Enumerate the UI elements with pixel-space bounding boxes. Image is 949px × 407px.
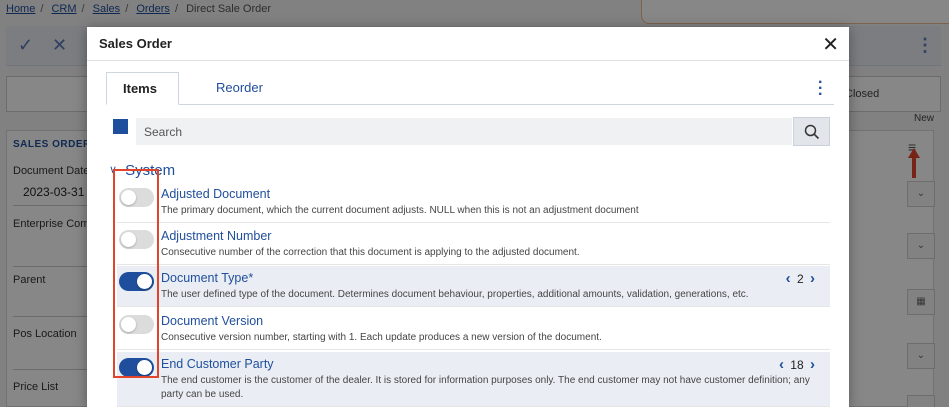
item-title[interactable]: Adjusted Document	[161, 187, 270, 201]
close-icon[interactable]: ✕	[822, 32, 839, 57]
list-item: Adjustment Number Consecutive number of …	[117, 224, 830, 265]
chevron-left-icon[interactable]: ‹	[783, 270, 794, 287]
tab-items[interactable]: Items	[106, 72, 179, 105]
list-item: End Customer Party The end customer is t…	[117, 352, 830, 407]
select-all-checkbox[interactable]	[113, 119, 128, 134]
search-icon	[804, 124, 820, 140]
toggle-switch[interactable]	[119, 358, 154, 377]
section-system[interactable]: ∨ System	[109, 162, 175, 179]
chevron-left-icon[interactable]: ‹	[776, 356, 787, 373]
chevron-down-icon: ∨	[109, 164, 118, 176]
toggle-switch[interactable]	[119, 272, 154, 291]
toggle-switch[interactable]	[119, 315, 154, 334]
item-description: Consecutive version number, starting wit…	[161, 332, 602, 343]
item-title[interactable]: Adjustment Number	[161, 229, 271, 243]
chevron-right-icon[interactable]: ›	[807, 356, 818, 373]
tab-reorder[interactable]: Reorder	[200, 72, 279, 105]
item-description: The user defined type of the document. D…	[161, 289, 749, 300]
section-label: System	[125, 162, 176, 179]
order-value: 18	[790, 358, 804, 372]
item-title[interactable]: End Customer Party	[161, 357, 274, 371]
chevron-right-icon[interactable]: ›	[807, 270, 818, 287]
item-title[interactable]: Document Type*	[161, 271, 253, 285]
order-stepper: ‹ 2 ›	[783, 270, 818, 287]
dialog-tabs: Items Reorder	[106, 72, 834, 105]
item-description: The end customer is the customer of the …	[161, 375, 810, 400]
list-item: Document Type* The user defined type of …	[117, 266, 830, 307]
item-description: Consecutive number of the correction tha…	[161, 247, 580, 258]
order-stepper: ‹ 18 ›	[776, 356, 818, 373]
item-description: The primary document, which the current …	[161, 205, 639, 216]
search-input[interactable]	[136, 118, 792, 145]
order-value: 2	[796, 272, 804, 286]
more-vertical-icon[interactable]: · · ·	[818, 75, 823, 103]
item-title[interactable]: Document Version	[161, 314, 263, 328]
toggle-switch[interactable]	[119, 230, 154, 249]
list-item: Adjusted Document The primary document, …	[117, 182, 830, 223]
search-button[interactable]	[793, 117, 830, 146]
sales-order-dialog: Sales Order ✕ Items Reorder ··· ∨System …	[87, 27, 849, 407]
dialog-header: Sales Order ✕	[87, 27, 849, 61]
dialog-title: Sales Order	[99, 36, 172, 51]
list-item: Document Version Consecutive version num…	[117, 309, 830, 350]
toggle-switch[interactable]	[119, 188, 154, 207]
